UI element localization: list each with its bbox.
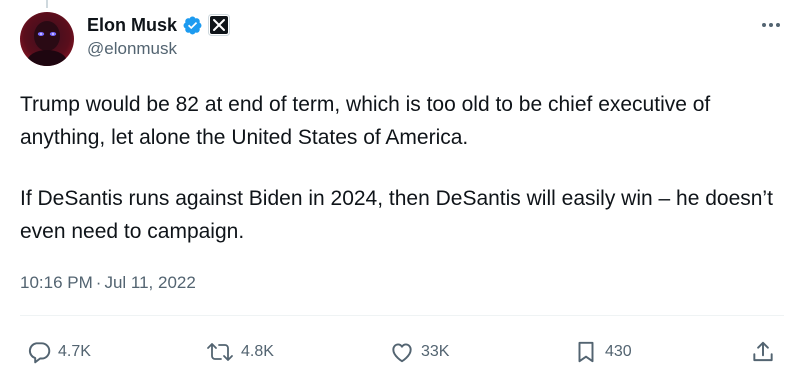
- action-bar: 4.7K 4.8K 33K 430: [0, 336, 804, 368]
- more-options-button[interactable]: [760, 14, 782, 36]
- heart-icon: [392, 343, 412, 363]
- tweet: Elon Musk @elonmusk Trump would be 82 at…: [0, 0, 804, 383]
- bookmark-icon: [578, 341, 594, 363]
- share-icon: [753, 341, 773, 362]
- more-dots-icon: [762, 23, 780, 27]
- reply-count: 4.7K: [58, 343, 91, 360]
- tweet-time: 10:16 PM: [20, 273, 93, 292]
- timestamp-separator: ·: [95, 273, 102, 292]
- reply-icon: [28, 342, 51, 364]
- repost-icon: [207, 343, 233, 361]
- divider: [20, 315, 784, 316]
- tweet-text: Trump would be 82 at end of term, which …: [20, 88, 790, 248]
- bookmark-count: 430: [605, 343, 632, 360]
- tweet-date: Jul 11, 2022: [104, 273, 196, 292]
- like-button[interactable]: 33K: [389, 336, 449, 368]
- thread-line: [46, 0, 48, 8]
- avatar[interactable]: [20, 12, 74, 66]
- author-name-row: Elon Musk: [87, 12, 231, 38]
- like-count: 33K: [421, 343, 450, 360]
- tweet-paragraph: Trump would be 82 at end of term, which …: [20, 93, 711, 149]
- share-button[interactable]: [750, 336, 776, 368]
- tweet-paragraph: If DeSantis runs against Biden in 2024, …: [20, 187, 773, 243]
- timestamp[interactable]: 10:16 PM · Jul 11, 2022: [20, 273, 196, 293]
- bookmark-button[interactable]: 430: [573, 336, 632, 368]
- x-logo-icon[interactable]: [208, 14, 231, 36]
- repost-count: 4.8K: [241, 343, 274, 360]
- avatar-image: [20, 12, 74, 66]
- author-handle[interactable]: @elonmusk: [87, 39, 177, 59]
- verified-badge-icon[interactable]: [182, 15, 203, 36]
- reply-button[interactable]: 4.7K: [26, 336, 91, 368]
- display-name[interactable]: Elon Musk: [87, 15, 177, 36]
- repost-button[interactable]: 4.8K: [205, 336, 274, 368]
